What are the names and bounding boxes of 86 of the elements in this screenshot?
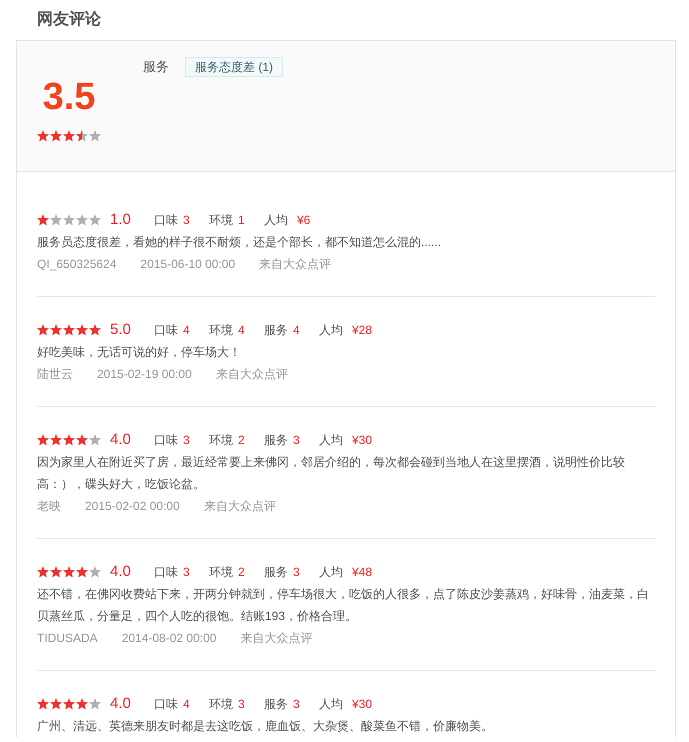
- rating-value: 3: [183, 564, 190, 581]
- price-label: 人均: [319, 322, 343, 339]
- rating-label: 口味: [154, 322, 178, 339]
- star-icon: [50, 566, 62, 578]
- reviewer-name: 老映: [37, 498, 61, 515]
- star-icon: [37, 324, 49, 336]
- tag-category-label: 服务: [143, 58, 169, 76]
- rating-value: 3: [293, 432, 300, 449]
- star-icon: [50, 324, 62, 336]
- review-text: 还不错，在佛冈收费站下来，开两分钟就到，停车场很大，吃饭的人很多，点了陈皮沙姜蒸鸡，好味骨，油麦菜，白贝蒸丝瓜，分量足，四个人吃的很饱。结账193，价格合理。: [37, 586, 650, 625]
- rating-label: 服务: [264, 564, 288, 581]
- price-value: ¥28: [352, 322, 372, 339]
- review-source: 来自大众点评: [259, 256, 332, 273]
- rating-label: 环境: [209, 212, 233, 229]
- rating-value: 1: [238, 212, 245, 229]
- review-date: 2015-06-10 00:00: [140, 256, 236, 273]
- review-score: 1.0: [110, 210, 132, 230]
- rating-label: 口味: [154, 564, 178, 581]
- rating-value: 4: [183, 322, 190, 339]
- rating-value: 2: [238, 432, 245, 449]
- half-star-icon: [76, 130, 88, 142]
- price-label: 人均: [264, 212, 288, 229]
- rating-value: 4: [293, 322, 300, 339]
- rating-label: 服务: [264, 696, 288, 713]
- star-icon: [50, 434, 62, 446]
- star-icon: [76, 324, 88, 336]
- star-icon: [76, 434, 88, 446]
- star-icon: [63, 324, 75, 336]
- star-icon: [37, 130, 49, 142]
- rating-value: 3: [293, 696, 300, 713]
- rating-label: 环境: [209, 432, 233, 449]
- review-text: 服务员态度很差，看她的样子很不耐烦，还是个部长，都不知道怎么混的......: [37, 234, 442, 251]
- review-source: 来自大众点评: [240, 630, 312, 647]
- review-score: 4.0: [110, 694, 132, 714]
- price-value: ¥30: [352, 696, 372, 713]
- review-text: 广州、清远、英德来朋友时都是去这吃饭，鹿血饭、大杂煲、酸菜鱼不错，价廉物美。: [37, 718, 494, 735]
- star-icon: [50, 130, 62, 142]
- star-icon: [63, 130, 75, 142]
- rating-label: 口味: [154, 696, 178, 713]
- rating-label: 服务: [264, 432, 288, 449]
- review-date: 2015-02-19 00:00: [97, 366, 192, 383]
- rating-label: 环境: [209, 696, 233, 713]
- rating-label: 服务: [264, 322, 288, 339]
- star-icon: [37, 566, 49, 578]
- rating-label: 口味: [154, 432, 178, 449]
- rating-value: 4: [183, 696, 190, 713]
- price-value: ¥30: [352, 432, 372, 449]
- price-value: ¥48: [352, 564, 372, 581]
- review-date: 2015-02-02 00:00: [85, 498, 180, 515]
- star-icon: [50, 698, 62, 710]
- rating-value: 4: [238, 322, 245, 339]
- review-source: 来自大众点评: [216, 366, 288, 383]
- star-icon: [37, 698, 49, 710]
- star-icon: [76, 698, 88, 710]
- rating-label: 口味: [154, 212, 178, 229]
- star-icon: [63, 434, 75, 446]
- star-icon: [37, 214, 49, 226]
- star-icon: [76, 566, 88, 578]
- review-score: 5.0: [110, 320, 132, 340]
- star-icon: [89, 324, 101, 336]
- reviewer-name: 陆世云: [37, 366, 73, 383]
- price-label: 人均: [319, 432, 343, 449]
- review-score: 4.0: [110, 562, 132, 582]
- review-source: 来自大众点评: [204, 498, 276, 515]
- review-date: 2014-08-02 00:00: [122, 630, 216, 647]
- review-score: 4.0: [110, 430, 132, 450]
- rating-value: 3: [183, 432, 190, 449]
- review-text: 好吃美味，无话可说的好，停车场大！: [37, 344, 242, 361]
- review-text: 因为家里人在附近买了房，最近经常要上来佛冈，邻居介绍的，每次都会碰到当地人在这里摆酒，说明性价比较高：），碟头好大，吃饭论盆。: [37, 454, 626, 493]
- price-value: ¥6: [297, 212, 310, 229]
- rating-value: 2: [238, 564, 245, 581]
- price-label: 人均: [319, 696, 343, 713]
- star-icon: [63, 566, 75, 578]
- rating-label: 环境: [209, 322, 233, 339]
- price-label: 人均: [319, 564, 343, 581]
- reviewer-name: QI_650325624: [37, 256, 116, 273]
- reviewer-name: TIDUSADA: [37, 630, 98, 647]
- rating-label: 环境: [209, 564, 233, 581]
- rating-value: 3: [293, 564, 300, 581]
- filter-tag[interactable]: 服务态度差 (1): [185, 57, 283, 77]
- rating-value: 3: [238, 696, 245, 713]
- star-icon: [63, 698, 75, 710]
- star-icon: [37, 434, 49, 446]
- overall-score: 3.5: [42, 75, 96, 119]
- rating-value: 3: [183, 212, 190, 229]
- section-title: 网友评论: [36, 10, 102, 30]
